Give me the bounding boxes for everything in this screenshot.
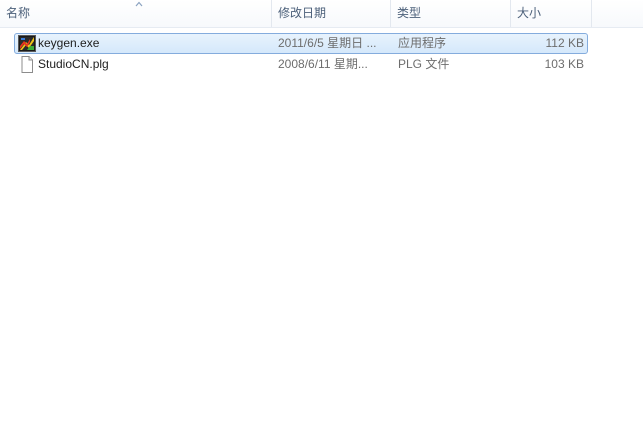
file-row-studiocn[interactable]: StudioCN.plg 2008/6/11 星期... PLG 文件 103 … <box>14 54 588 75</box>
file-type: PLG 文件 <box>398 57 450 71</box>
column-header-type-label: 类型 <box>397 6 422 20</box>
file-name: StudioCN.plg <box>38 57 109 71</box>
application-exe-icon <box>18 35 36 52</box>
file-size: 103 KB <box>544 57 584 71</box>
generic-file-icon <box>18 56 36 73</box>
sort-ascending-icon <box>135 1 143 7</box>
column-header-date-label: 修改日期 <box>278 6 327 20</box>
column-header-size-label: 大小 <box>517 6 542 20</box>
file-list-view: 名称 修改日期 类型 大小 keygen.exe 2011/6/5 星期日 ..… <box>0 0 643 438</box>
column-header-date[interactable]: 修改日期 <box>272 0 391 27</box>
file-type: 应用程序 <box>398 36 447 50</box>
column-header-type[interactable]: 类型 <box>391 0 511 27</box>
file-date: 2011/6/5 星期日 ... <box>278 36 377 50</box>
file-date: 2008/6/11 星期... <box>278 57 368 71</box>
column-header-name[interactable]: 名称 <box>0 0 272 27</box>
column-header-size[interactable]: 大小 <box>511 0 592 27</box>
column-header-name-label: 名称 <box>6 6 31 20</box>
column-header-bar: 名称 修改日期 类型 大小 <box>0 0 643 28</box>
file-row-keygen[interactable]: keygen.exe 2011/6/5 星期日 ... 应用程序 112 KB <box>14 33 588 54</box>
file-name: keygen.exe <box>38 36 100 50</box>
file-size: 112 KB <box>545 36 584 50</box>
